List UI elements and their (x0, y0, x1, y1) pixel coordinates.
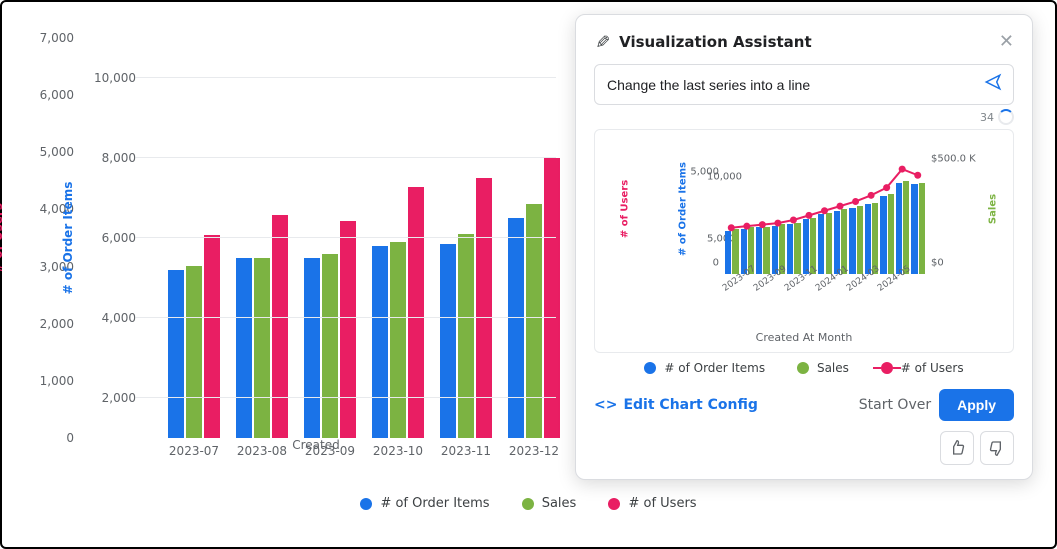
status-row: 34 (594, 109, 1014, 125)
bar[interactable] (526, 204, 542, 438)
bar[interactable] (340, 221, 356, 438)
y-axis-users-label: # of Users (0, 203, 5, 273)
bar[interactable] (322, 254, 338, 438)
bar[interactable] (254, 258, 270, 438)
apply-button[interactable]: Apply (939, 389, 1014, 421)
pv-legend-sales[interactable]: Sales (797, 361, 849, 375)
edit-chart-config-link[interactable]: <> Edit Chart Config (594, 397, 758, 413)
pv-y-items-label: # of Order Items (678, 162, 689, 256)
x-axis-title: Created (76, 438, 556, 452)
close-icon[interactable]: ✕ (999, 31, 1014, 52)
bar[interactable] (372, 246, 388, 438)
y-axis-items: # of Order Items 2,0004,0006,0008,00010,… (76, 38, 136, 438)
chart-bars-area (148, 38, 556, 438)
bar[interactable] (390, 242, 406, 438)
bar[interactable] (204, 235, 220, 438)
bar[interactable] (186, 266, 202, 438)
thumbs-up-button[interactable] (940, 431, 974, 465)
bar[interactable] (440, 244, 456, 438)
preview-bars-area (725, 144, 927, 274)
thumbs-down-button[interactable] (980, 431, 1014, 465)
app-frame: # of Users 01,0002,0003,0004,0005,0006,0… (0, 0, 1057, 549)
pv-y-sales-label: Sales (988, 194, 999, 224)
send-icon[interactable] (983, 73, 1003, 96)
bar[interactable] (508, 218, 524, 438)
bar[interactable] (544, 158, 560, 438)
pv-legend-orderitems[interactable]: # of Order Items (644, 361, 765, 375)
bar[interactable] (476, 178, 492, 438)
bar[interactable] (168, 270, 184, 438)
main-chart: # of Users 01,0002,0003,0004,0005,0006,0… (76, 38, 556, 438)
bar[interactable] (458, 234, 474, 438)
start-over-button[interactable]: Start Over (859, 397, 931, 413)
status-count: 34 (980, 111, 994, 124)
legend-item-orderitems[interactable]: # of Order Items (360, 496, 489, 511)
bar[interactable] (304, 258, 320, 438)
prompt-input[interactable] (605, 76, 983, 94)
bar[interactable] (272, 215, 288, 438)
wand-icon: ✎ (591, 34, 612, 49)
y-axis-items-label: # of Order Items (61, 182, 75, 295)
visualization-assistant-popup: ✎ Visualization Assistant ✕ 34 # of User… (575, 14, 1033, 480)
preview-x-title: Created At Month (595, 331, 1013, 344)
legend-item-users[interactable]: # of Users (608, 496, 696, 511)
preview-x-axis: 2023-072023-092023-112024-012024-032024-… (725, 260, 927, 342)
pv-legend-users[interactable]: # of Users (881, 361, 964, 375)
preview-legend: # of Order Items Sales # of Users (594, 361, 1014, 377)
legend-item-sales[interactable]: Sales (522, 496, 577, 511)
bar[interactable] (236, 258, 252, 438)
code-icon: <> (594, 397, 617, 413)
popup-title: Visualization Assistant (619, 33, 989, 51)
bar[interactable] (408, 187, 424, 438)
loading-icon (998, 109, 1014, 125)
pv-y-users-label: # of Users (620, 180, 631, 238)
preview-chart: # of Users 05,000 # of Order Items 5,000… (594, 129, 1014, 353)
legend: # of Order Items Sales # of Users (2, 496, 1055, 514)
prompt-input-wrap (594, 64, 1014, 105)
